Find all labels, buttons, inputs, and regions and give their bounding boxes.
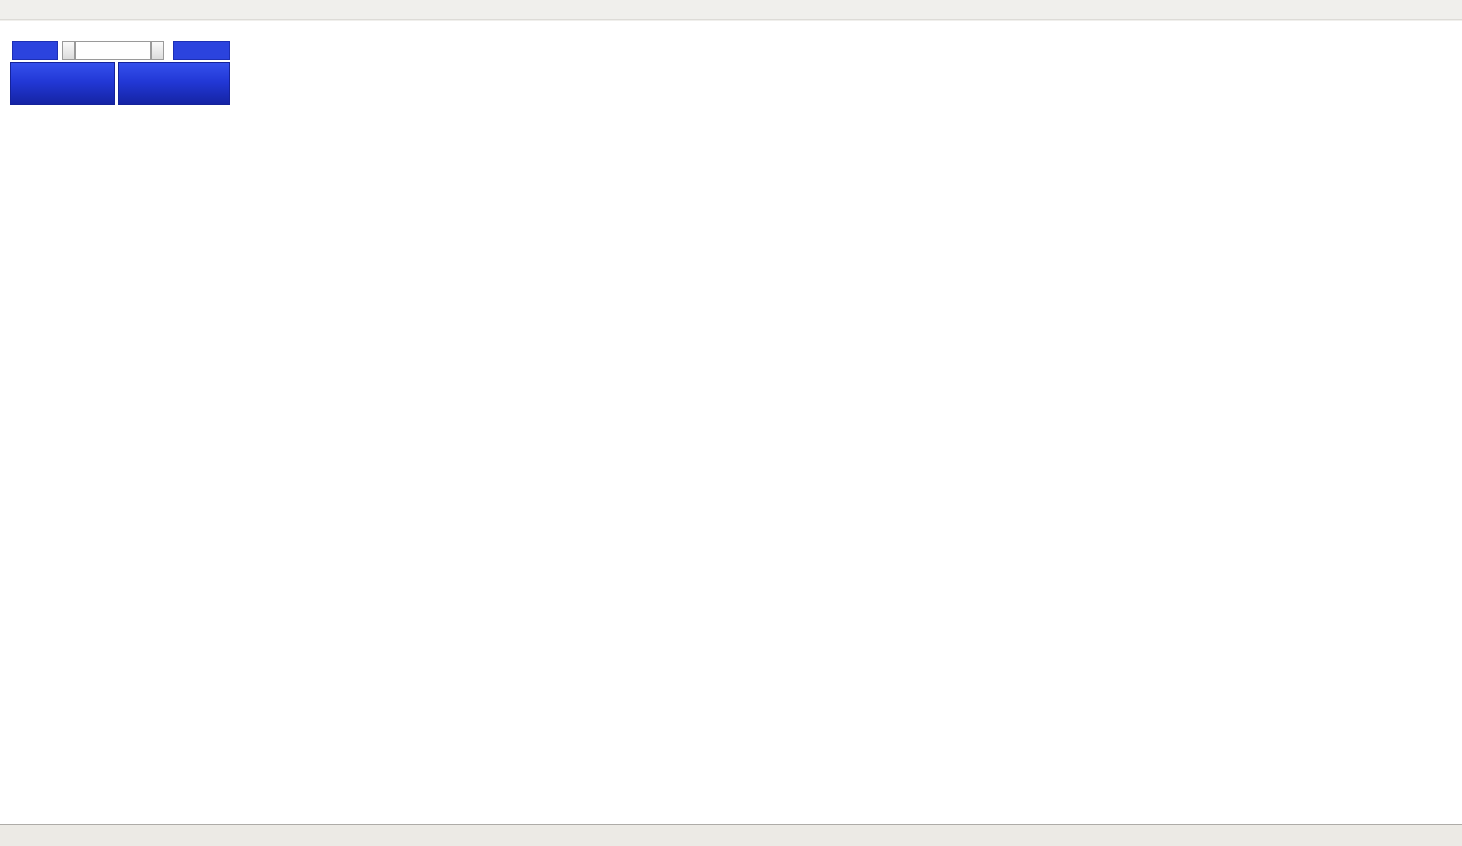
volume-increase-button[interactable] [151,41,164,60]
volume-decrease-button[interactable] [62,41,75,60]
chart-tabs-bar [0,824,1462,846]
one-click-trading-panel [8,41,230,130]
price-chart-svg [0,21,1462,824]
volume-input[interactable] [75,41,151,60]
buy-button[interactable] [173,41,230,60]
chart-window [0,21,1462,824]
trading-platform-screen [0,0,1462,846]
timeframe-toolbar [0,0,1462,20]
sell-price-display[interactable] [10,62,115,105]
buy-price-display[interactable] [118,62,230,105]
sell-button[interactable] [12,41,58,60]
chart-title [9,24,18,38]
